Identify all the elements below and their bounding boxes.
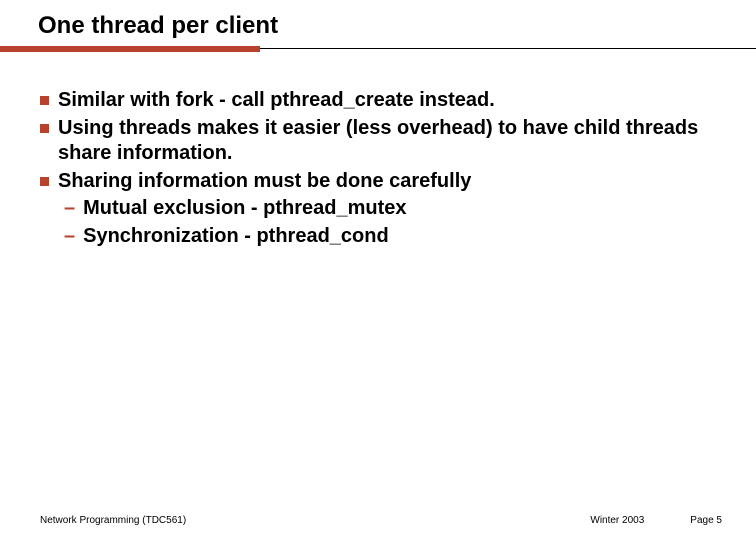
sub-bullet-item: – Mutual exclusion - pthread_mutex	[64, 196, 716, 222]
dash-bullet-icon: –	[64, 224, 75, 250]
bullet-text: Using threads makes it easier (less over…	[58, 116, 716, 167]
square-bullet-icon	[40, 124, 49, 133]
bullet-text: Sharing information must be done careful…	[58, 169, 471, 195]
sub-bullet-text: Mutual exclusion - pthread_mutex	[83, 196, 406, 222]
bullet-item: Using threads makes it easier (less over…	[40, 116, 716, 167]
sub-bullet-text: Synchronization - pthread_cond	[83, 224, 389, 250]
bullet-item: Similar with fork - call pthread_create …	[40, 88, 716, 114]
title-area: One thread per client	[0, 0, 756, 40]
sub-bullet-list: – Mutual exclusion - pthread_mutex – Syn…	[40, 196, 716, 249]
square-bullet-icon	[40, 96, 49, 105]
slide-footer: Network Programming (TDC561) Winter 2003…	[0, 515, 756, 526]
sub-bullet-item: – Synchronization - pthread_cond	[64, 224, 716, 250]
bullet-text: Similar with fork - call pthread_create …	[58, 88, 495, 114]
slide-body: Similar with fork - call pthread_create …	[0, 52, 756, 250]
bullet-item: Sharing information must be done careful…	[40, 169, 716, 195]
footer-course: Network Programming (TDC561)	[40, 515, 186, 526]
footer-right: Winter 2003 Page 5	[590, 515, 722, 526]
slide-title: One thread per client	[38, 12, 756, 40]
footer-term: Winter 2003	[590, 515, 644, 526]
square-bullet-icon	[40, 177, 49, 186]
slide: One thread per client Similar with fork …	[0, 0, 756, 540]
footer-page: Page 5	[690, 515, 722, 526]
bullet-list: Similar with fork - call pthread_create …	[40, 88, 716, 194]
dash-bullet-icon: –	[64, 196, 75, 222]
